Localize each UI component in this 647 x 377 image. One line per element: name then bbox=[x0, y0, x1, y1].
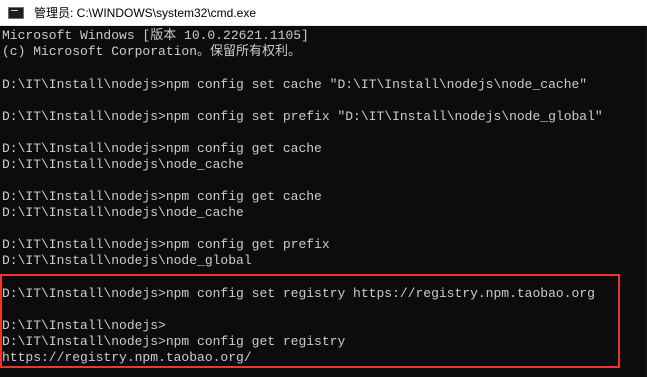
terminal-line: D:\IT\Install\nodejs>npm config set pref… bbox=[2, 109, 603, 124]
window-title: 管理员: C:\WINDOWS\system32\cmd.exe bbox=[34, 6, 257, 20]
terminal-line: Microsoft Windows [版本 10.0.22621.1105] bbox=[2, 28, 309, 43]
title-bar[interactable]: 管理员: C:\WINDOWS\system32\cmd.exe bbox=[0, 0, 647, 26]
terminal-line: D:\IT\Install\nodejs\node_cache bbox=[2, 157, 244, 172]
terminal-line: D:\IT\Install\nodejs\node_global bbox=[2, 253, 252, 268]
terminal-line: D:\IT\Install\nodejs\node_cache bbox=[2, 205, 244, 220]
terminal-line: (c) Microsoft Corporation。保留所有权利。 bbox=[2, 44, 302, 59]
highlight-box bbox=[0, 274, 620, 368]
terminal-line: D:\IT\Install\nodejs>npm config get cach… bbox=[2, 141, 322, 156]
cmd-icon bbox=[8, 6, 24, 19]
terminal-line: D:\IT\Install\nodejs>npm config get pref… bbox=[2, 237, 330, 252]
cmd-window: 管理员: C:\WINDOWS\system32\cmd.exe Microso… bbox=[0, 0, 647, 377]
terminal-line: D:\IT\Install\nodejs>npm config get cach… bbox=[2, 189, 322, 204]
terminal-output[interactable]: Microsoft Windows [版本 10.0.22621.1105] (… bbox=[0, 26, 647, 377]
terminal-line: D:\IT\Install\nodejs>npm config set cach… bbox=[2, 77, 588, 92]
